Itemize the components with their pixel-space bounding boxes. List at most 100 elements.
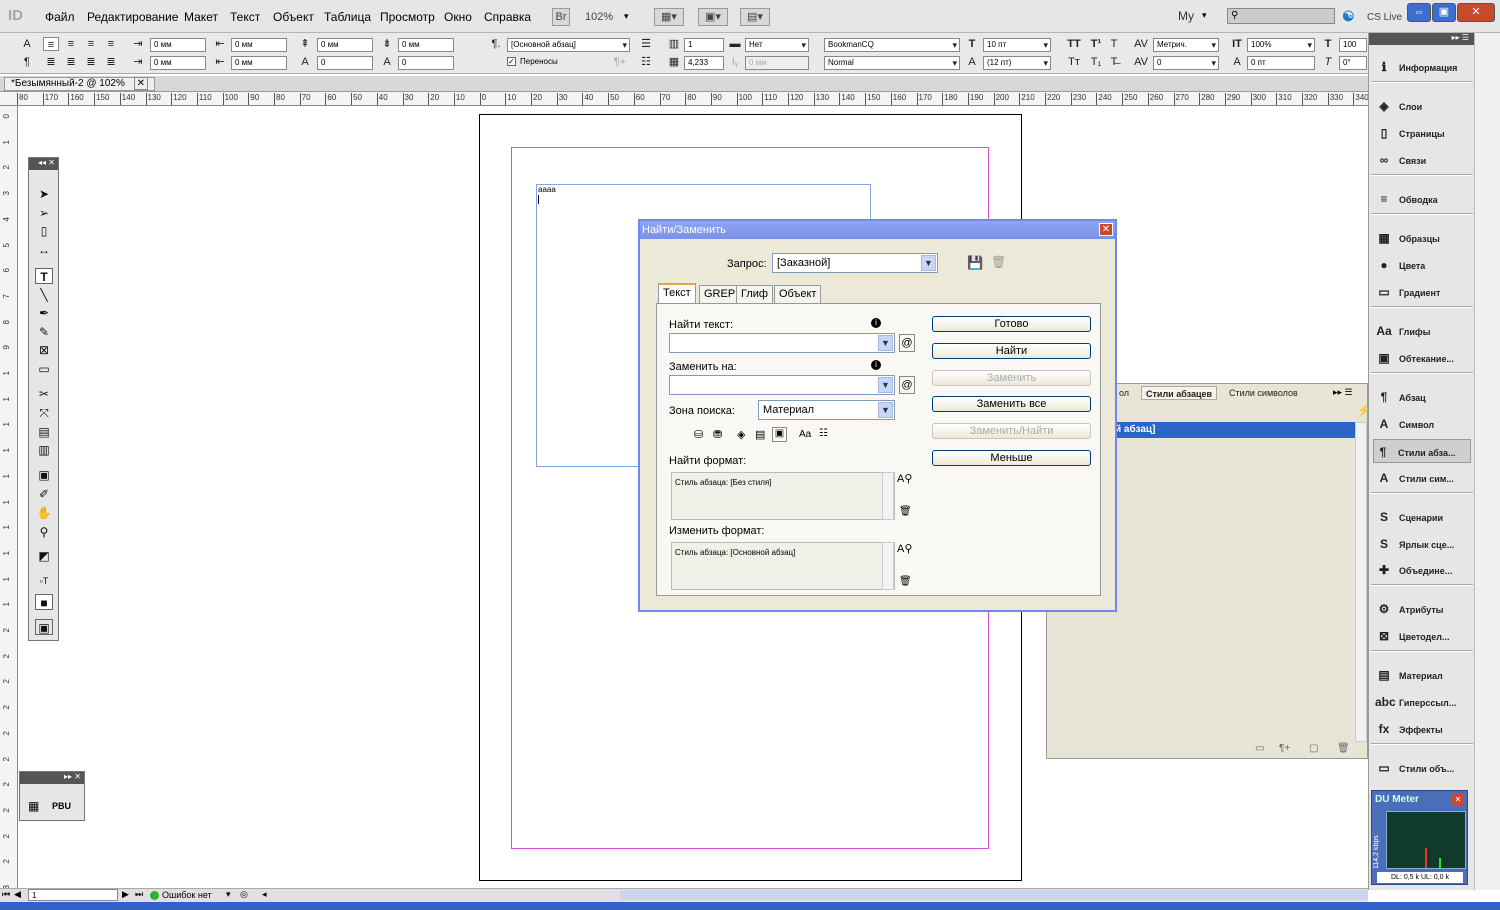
workspace-chevron-icon[interactable]: ▾	[1202, 10, 1207, 21]
delete-query-icon[interactable]: 🗑	[991, 255, 1006, 269]
chevron-down-icon[interactable]: ▼	[878, 377, 893, 393]
columns-field[interactable]: 1	[684, 38, 724, 52]
maximize-window-button[interactable]: ▣	[1432, 3, 1456, 22]
free-transform-tool-icon[interactable]: ⤧	[35, 405, 53, 421]
menu-view[interactable]: Просмотр	[380, 10, 435, 24]
menu-table[interactable]: Таблица	[324, 10, 371, 24]
justify-right-icon[interactable]: ≣	[83, 55, 99, 69]
clear-overrides-icon[interactable]: ¶+	[612, 55, 628, 69]
open-in-bridge-icon[interactable]: ◎	[240, 889, 248, 900]
gradient-swatch-tool-icon[interactable]: ▤	[35, 424, 53, 440]
underline-icon[interactable]: T	[1106, 37, 1122, 51]
all-caps-icon[interactable]: TT	[1066, 37, 1082, 51]
numbering-icon[interactable]: ☷	[638, 55, 654, 69]
dock-item-pathfinder[interactable]: ✚ Объедине...	[1375, 558, 1475, 582]
restore-window-button[interactable]: ⇔	[1407, 3, 1431, 22]
done-button[interactable]: Готово	[932, 316, 1091, 332]
tracking-select[interactable]: 0	[1153, 56, 1219, 70]
dock-item-layers[interactable]: ◈ Слои	[1375, 94, 1475, 118]
screen-mode-icon[interactable]: ▣	[35, 619, 53, 635]
less-options-button[interactable]: Меньше	[932, 450, 1091, 466]
whole-word-icon[interactable]: ☷	[819, 428, 828, 439]
close-tab-icon[interactable]: ✕	[133, 77, 149, 90]
include-locked-layers-icon[interactable]: ⛁	[694, 428, 703, 441]
direct-selection-tool-icon[interactable]: ➢	[35, 205, 53, 221]
menu-text[interactable]: Текст	[230, 10, 260, 24]
include-master-pages-icon[interactable]: ▤	[755, 428, 765, 441]
align-right-icon[interactable]: ≡	[83, 37, 99, 51]
menu-layout[interactable]: Макет	[184, 10, 218, 24]
include-locked-stories-icon[interactable]: ⛃	[713, 428, 722, 441]
preflight-menu-icon[interactable]: ▾	[226, 889, 231, 900]
horizontal-ruler[interactable]: 80 170 160 150 140 130 120 110 100 90 80 70 60 50 40 30…	[0, 92, 1368, 106]
line-tool-icon[interactable]: ╲	[35, 287, 53, 303]
query-select[interactable]: [Заказной] ▼	[772, 253, 938, 273]
next-page-icon[interactable]: ▶	[122, 889, 129, 900]
fill-stroke-icon[interactable]: ◩	[35, 548, 53, 564]
selection-tool-icon[interactable]: ➤	[35, 186, 53, 202]
replace-all-button[interactable]: Заменить все	[932, 396, 1091, 412]
dock-item-story[interactable]: ▤ Материал	[1375, 663, 1475, 687]
type-tool-icon[interactable]: T	[35, 268, 53, 284]
page-tool-icon[interactable]: ▯	[35, 223, 53, 239]
drop-cap-lines-field[interactable]: 0	[317, 56, 373, 70]
special-chars-find-icon[interactable]: @	[899, 334, 915, 352]
baseline-shift-field[interactable]: 0 пт	[1247, 56, 1315, 70]
font-family-select[interactable]: BookmanCQ	[824, 38, 960, 52]
scroll-left-icon[interactable]: ◂	[262, 889, 267, 900]
include-footnotes-icon[interactable]: ▣	[772, 427, 787, 442]
dock-item-object-styles[interactable]: ▭ Стили объ...	[1375, 756, 1475, 780]
rectangle-tool-icon[interactable]: ▭	[35, 361, 53, 377]
dialog-titlebar[interactable]: Найти/Заменить	[640, 221, 1115, 239]
prev-page-icon[interactable]: ◀	[14, 889, 21, 900]
specify-find-format-icon[interactable]: A⚲	[897, 472, 912, 485]
dock-item-hyperlinks[interactable]: abc Гиперссыл...	[1375, 690, 1475, 714]
screen-mode-button[interactable]: ▣▾	[698, 8, 728, 26]
frame-text[interactable]: aaaa	[538, 185, 556, 194]
style-list-scrollbar[interactable]	[1355, 422, 1367, 742]
new-style-group-icon[interactable]: ▭	[1255, 743, 1264, 754]
note-tool-icon[interactable]: ▣	[35, 467, 53, 483]
pbu-label[interactable]: PBU	[52, 801, 71, 811]
skew-field[interactable]: 0°	[1339, 56, 1367, 70]
justify-center-icon[interactable]: ≣	[63, 55, 79, 69]
character-mode-icon[interactable]: A	[19, 37, 35, 51]
tab-grep[interactable]: GREP	[699, 285, 741, 304]
change-format-scrollbar[interactable]	[882, 542, 894, 590]
scissors-tool-icon[interactable]: ✂	[35, 386, 53, 402]
find-button[interactable]: Найти	[932, 343, 1091, 359]
dock-item-effects[interactable]: fx Эффекты	[1375, 717, 1475, 741]
delete-style-icon[interactable]: 🗑	[1337, 743, 1350, 754]
pen-tool-icon[interactable]: ✒	[35, 305, 53, 321]
bullets-icon[interactable]: ☰	[638, 37, 654, 51]
clear-change-format-icon[interactable]: 🗑	[899, 576, 912, 587]
tab-text[interactable]: Текст	[658, 283, 696, 304]
tab-paragraph-styles[interactable]: Стили абзацев	[1141, 386, 1218, 400]
menu-edit[interactable]: Редактирование	[87, 10, 178, 24]
search-zone-select[interactable]: Материал ▼	[758, 400, 895, 420]
find-format-scrollbar[interactable]	[882, 472, 894, 520]
special-chars-replace-icon[interactable]: @	[899, 376, 915, 394]
dock-item-script-label[interactable]: S Ярлык сце...	[1375, 532, 1475, 556]
font-style-select[interactable]: Normal	[824, 56, 960, 70]
new-style-icon[interactable]: ▢	[1309, 743, 1318, 754]
dialog-close-button[interactable]: ✕	[1099, 223, 1113, 236]
align-towards-spine-icon[interactable]: ≡	[103, 37, 119, 51]
view-options-button[interactable]: ▦▾	[654, 8, 684, 26]
dock-item-scripts[interactable]: S Сценарии	[1375, 505, 1475, 529]
tab-object[interactable]: Объект	[774, 285, 822, 304]
justify-left-icon[interactable]: ≣	[43, 55, 59, 69]
tools-panel-header[interactable]: ◂◂ ✕	[29, 158, 58, 170]
pencil-tool-icon[interactable]: ✎	[35, 324, 53, 340]
normal-view-icon[interactable]: ■	[35, 594, 53, 610]
menu-window[interactable]: Окно	[444, 10, 472, 24]
workspace-switcher[interactable]: My	[1178, 9, 1194, 23]
gradient-feather-tool-icon[interactable]: ▥	[35, 442, 53, 458]
du-meter-widget[interactable]: DU Meter ✕ 114,2 kbps DL: 0,5 k UL: 0,0 …	[1371, 790, 1468, 885]
page-number-field[interactable]: 1	[28, 889, 118, 901]
du-meter-close-icon[interactable]: ✕	[1452, 794, 1464, 805]
first-line-indent-field[interactable]: 0 мм	[150, 56, 206, 70]
horizontal-scrollbar[interactable]	[620, 890, 1368, 900]
save-query-icon[interactable]: 💾	[967, 255, 983, 271]
case-sensitive-icon[interactable]: Aa	[799, 429, 811, 440]
